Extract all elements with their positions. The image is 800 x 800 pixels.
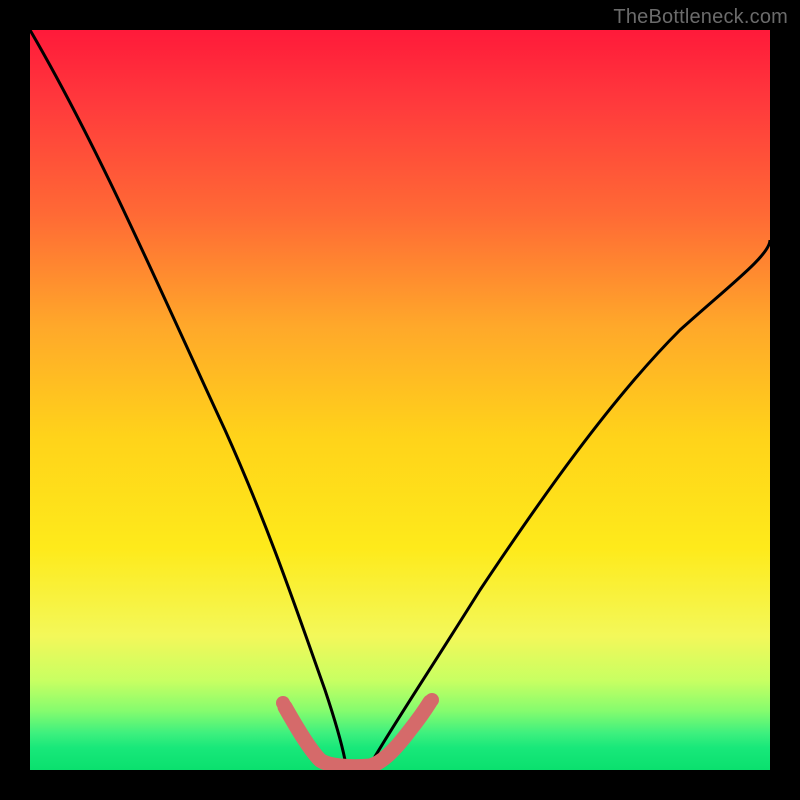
highlight-end-left [276,696,290,710]
chart-frame: TheBottleneck.com [0,0,800,800]
highlight-band [285,702,430,767]
curve-layer [30,30,770,770]
highlight-end-right [425,693,439,707]
bottleneck-curve [30,30,770,765]
watermark-label: TheBottleneck.com [613,6,788,29]
plot-area [30,30,770,770]
